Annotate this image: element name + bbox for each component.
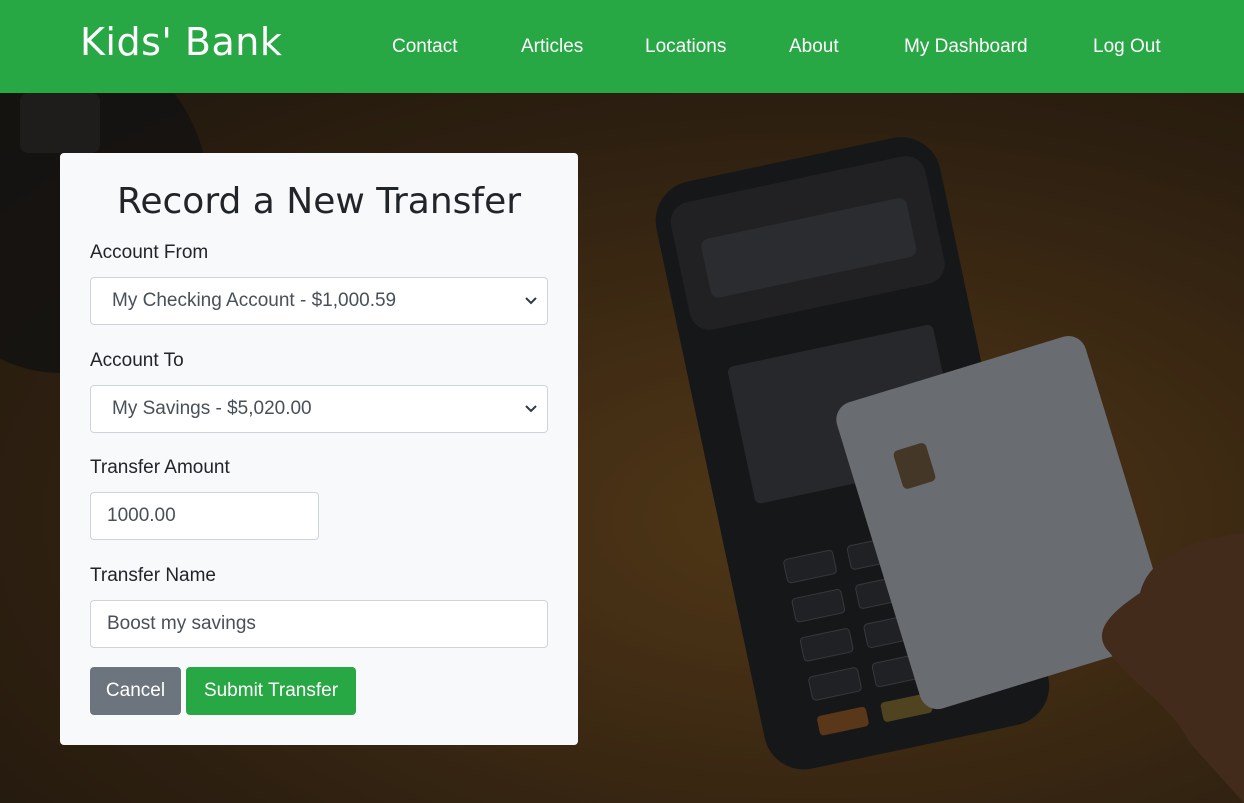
- transfer-name-label: Transfer Name: [90, 565, 216, 586]
- transfer-amount-input[interactable]: 1000.00: [90, 492, 319, 540]
- transfer-amount-label: Transfer Amount: [90, 457, 230, 478]
- account-to-label: Account To: [90, 350, 184, 371]
- account-from-label: Account From: [90, 242, 209, 263]
- transfer-name-input[interactable]: Boost my savings: [90, 600, 548, 648]
- nav-link-contact[interactable]: Contact: [392, 36, 457, 58]
- submit-transfer-button[interactable]: Submit Transfer: [186, 667, 356, 715]
- nav-link-about[interactable]: About: [789, 36, 839, 58]
- navbar: Kids' Bank Contact Articles Locations Ab…: [0, 0, 1244, 93]
- chevron-down-icon: [525, 405, 537, 413]
- chevron-down-icon: [525, 297, 537, 305]
- nav-link-articles[interactable]: Articles: [521, 36, 583, 58]
- brand-logo[interactable]: Kids' Bank: [80, 20, 282, 64]
- account-from-select[interactable]: My Checking Account - $1,000.59: [90, 277, 548, 325]
- cancel-button[interactable]: Cancel: [90, 667, 181, 715]
- nav-link-locations[interactable]: Locations: [645, 36, 726, 58]
- account-from-selected-value: My Checking Account - $1,000.59: [112, 290, 397, 311]
- nav-link-my-dashboard[interactable]: My Dashboard: [904, 36, 1028, 58]
- account-to-select[interactable]: My Savings - $5,020.00: [90, 385, 548, 433]
- page-title: Record a New Transfer: [116, 181, 522, 222]
- nav-link-log-out[interactable]: Log Out: [1093, 36, 1161, 58]
- account-to-selected-value: My Savings - $5,020.00: [112, 398, 312, 419]
